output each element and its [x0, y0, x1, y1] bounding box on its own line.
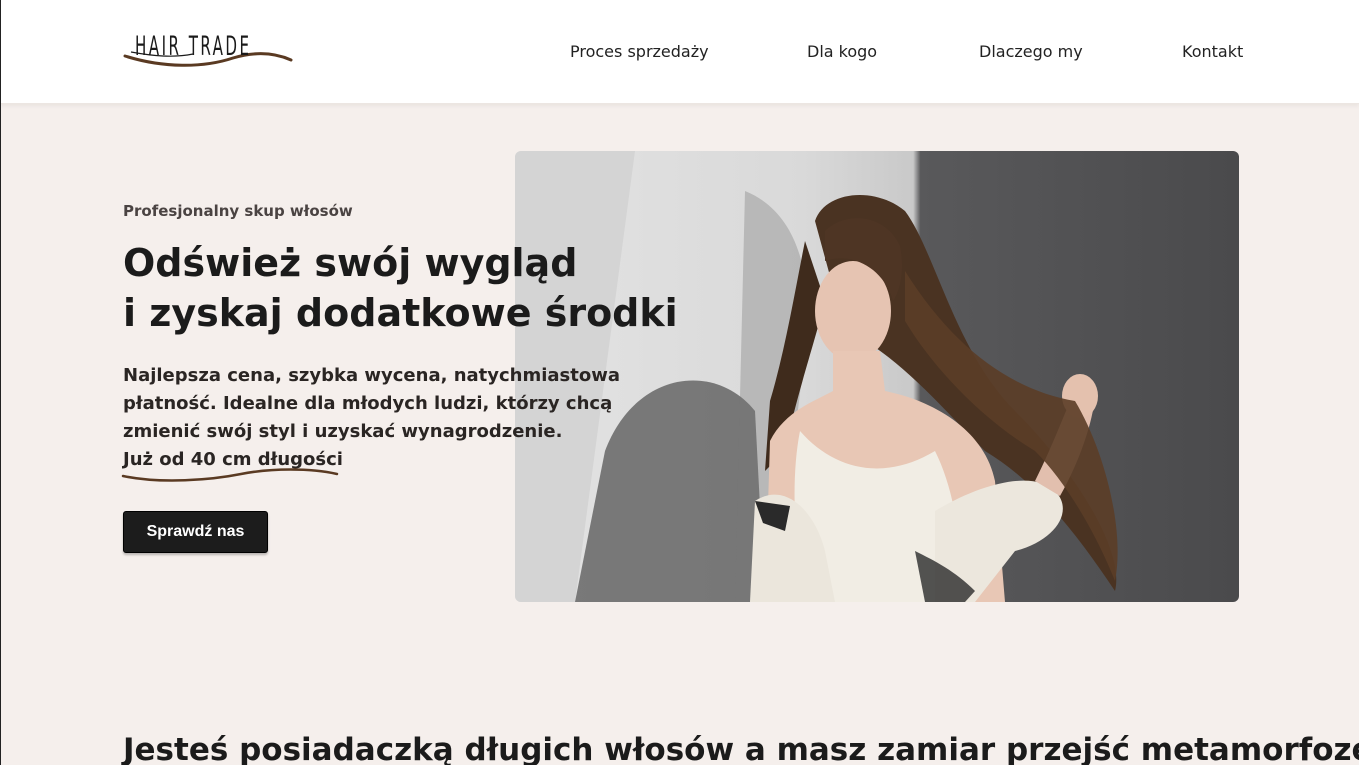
hero-image	[515, 151, 1239, 602]
hero-description: Najlepsza cena, szybka wycena, natychmia…	[123, 362, 621, 474]
hero-description-line-3: zmienić swój styl i uzyskać wynagrodzeni…	[123, 421, 563, 442]
woman-with-long-hair-photo	[515, 151, 1118, 602]
hand-drawn-underline-icon	[121, 468, 339, 482]
hero-title: Odśwież swój wygląd i zyskaj dodatkowe ś…	[123, 238, 678, 338]
nav-link-kontakt[interactable]: Kontakt	[1182, 42, 1243, 61]
hero-description-line-2: płatność. Idealne dla młodych ludzi, któ…	[123, 393, 613, 414]
nav-link-dlaczego-my[interactable]: Dlaczego my	[979, 42, 1083, 61]
section-title: Jesteś posiadaczką długich włosów a masz…	[123, 732, 1359, 765]
main-nav: Proces sprzedaży Dla kogo Dlaczego my Ko…	[0, 0, 1359, 104]
hero-description-line-1: Najlepsza cena, szybka wycena, natychmia…	[123, 365, 621, 386]
site-header: HAIR TRADE Proces sprzedaży Dla kogo Dla…	[0, 0, 1359, 104]
check-us-button[interactable]: Sprawdź nas	[123, 511, 268, 553]
hero-title-line-1: Odśwież swój wygląd	[123, 241, 578, 285]
hero-title-line-2: i zyskaj dodatkowe środki	[123, 291, 678, 335]
nav-link-dla-kogo[interactable]: Dla kogo	[807, 42, 877, 61]
window-edge	[0, 0, 1, 765]
nav-link-proces-sprzedazy[interactable]: Proces sprzedaży	[570, 42, 709, 61]
hero-eyebrow: Profesjonalny skup włosów	[123, 202, 353, 220]
